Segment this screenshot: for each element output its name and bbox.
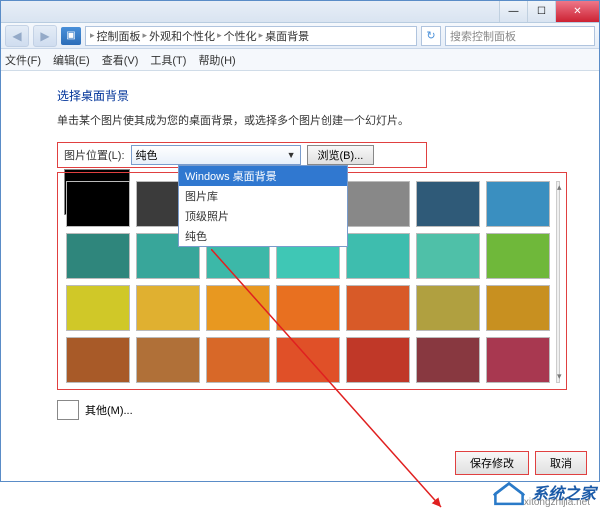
save-button[interactable]: 保存修改 (455, 451, 529, 475)
color-swatch[interactable] (66, 181, 130, 227)
menu-tools[interactable]: 工具(T) (150, 52, 186, 68)
refresh-button[interactable]: ↻ (421, 26, 441, 46)
dropdown-option[interactable]: 顶级照片 (179, 206, 347, 226)
maximize-button[interactable]: ☐ (527, 1, 555, 22)
titlebar: — ☐ ✕ (1, 1, 599, 23)
location-combobox[interactable]: 纯色 ▼ (131, 145, 301, 165)
crumb[interactable]: 控制面板 (97, 28, 141, 44)
color-swatch[interactable] (416, 337, 480, 383)
color-swatch[interactable] (416, 285, 480, 331)
forward-icon: ▶ (40, 29, 49, 43)
footer-buttons: 保存修改 取消 (455, 451, 587, 475)
breadcrumb[interactable]: ▸ 控制面板 ▸ 外观和个性化 ▸ 个性化 ▸ 桌面背景 (85, 26, 417, 46)
color-swatch[interactable] (136, 285, 200, 331)
navbar: ◀ ▶ ▣ ▸ 控制面板 ▸ 外观和个性化 ▸ 个性化 ▸ 桌面背景 ↻ 搜索控… (1, 23, 599, 49)
back-icon: ◀ (12, 29, 21, 43)
chevron-icon: ▸ (259, 30, 264, 41)
color-swatch[interactable] (346, 337, 410, 383)
control-panel-window: — ☐ ✕ ◀ ▶ ▣ ▸ 控制面板 ▸ 外观和个性化 ▸ 个性化 ▸ 桌面背景… (0, 0, 600, 482)
combobox-value: 纯色 (136, 147, 158, 163)
color-swatch[interactable] (486, 233, 550, 279)
minimize-button[interactable]: — (499, 1, 527, 22)
color-swatch[interactable] (346, 285, 410, 331)
crumb[interactable]: 外观和个性化 (149, 28, 215, 44)
dropdown-option[interactable]: 图片库 (179, 186, 347, 206)
color-swatch[interactable] (486, 181, 550, 227)
location-label: 图片位置(L): (64, 147, 125, 163)
chevron-icon: ▸ (217, 30, 222, 41)
crumb[interactable]: 个性化 (224, 28, 257, 44)
color-swatch[interactable] (66, 337, 130, 383)
color-swatch[interactable] (66, 233, 130, 279)
menubar: 文件(F) 编辑(E) 查看(V) 工具(T) 帮助(H) (1, 49, 599, 71)
color-swatch[interactable] (206, 337, 270, 383)
dropdown-option[interactable]: Windows 桌面背景 (179, 166, 347, 186)
color-swatch[interactable] (276, 337, 340, 383)
color-swatch[interactable] (346, 181, 410, 227)
close-button[interactable]: ✕ (555, 1, 599, 22)
menu-edit[interactable]: 编辑(E) (53, 52, 90, 68)
control-panel-icon: ▣ (61, 27, 81, 45)
vertical-scrollbar[interactable] (556, 181, 560, 383)
location-dropdown: Windows 桌面背景 图片库 顶级照片 纯色 (178, 165, 348, 247)
chevron-icon: ▸ (90, 30, 95, 41)
color-swatch[interactable] (276, 285, 340, 331)
other-color-row: 其他(M)... (57, 400, 599, 420)
color-swatch[interactable] (206, 285, 270, 331)
menu-file[interactable]: 文件(F) (5, 52, 41, 68)
cancel-button[interactable]: 取消 (535, 451, 587, 475)
search-placeholder: 搜索控制面板 (450, 28, 516, 44)
content-area: 选择桌面背景 单击某个图片使其成为您的桌面背景，或选择多个图片创建一个幻灯片。 … (1, 71, 599, 481)
color-swatch[interactable] (416, 233, 480, 279)
chevron-icon: ▸ (143, 30, 148, 41)
page-title: 选择桌面背景 (57, 87, 599, 104)
page-subtext: 单击某个图片使其成为您的桌面背景，或选择多个图片创建一个幻灯片。 (57, 112, 599, 128)
chevron-down-icon: ▼ (287, 150, 296, 160)
color-swatch[interactable] (416, 181, 480, 227)
menu-help[interactable]: 帮助(H) (198, 52, 235, 68)
color-swatch[interactable] (136, 337, 200, 383)
crumb[interactable]: 桌面背景 (265, 28, 309, 44)
color-swatch[interactable] (346, 233, 410, 279)
watermark-icon (492, 478, 526, 506)
other-color-swatch[interactable] (57, 400, 79, 420)
forward-button[interactable]: ▶ (33, 25, 57, 47)
color-swatch[interactable] (486, 285, 550, 331)
watermark: 系统之家 xitongzhijia.net (492, 478, 596, 506)
other-color-label[interactable]: 其他(M)... (85, 402, 133, 418)
browse-button[interactable]: 浏览(B)... (307, 145, 375, 165)
dropdown-option[interactable]: 纯色 (179, 226, 347, 246)
search-input[interactable]: 搜索控制面板 (445, 26, 595, 46)
color-swatch[interactable] (66, 285, 130, 331)
watermark-url: xitongzhijia.net (524, 497, 590, 508)
back-button[interactable]: ◀ (5, 25, 29, 47)
location-highlight-box: 图片位置(L): 纯色 ▼ 浏览(B)... Windows 桌面背景 图片库 … (57, 142, 427, 168)
color-swatch[interactable] (486, 337, 550, 383)
menu-view[interactable]: 查看(V) (102, 52, 139, 68)
